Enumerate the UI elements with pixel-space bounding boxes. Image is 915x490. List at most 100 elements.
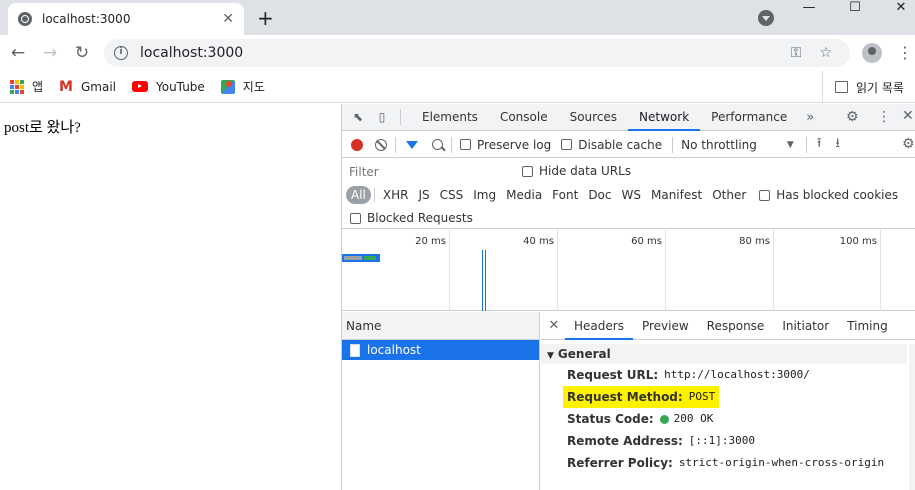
minimize-button[interactable]: —: [786, 0, 832, 18]
browser-tab[interactable]: localhost:3000 ✕: [8, 3, 244, 35]
type-filter-other[interactable]: Other: [707, 186, 751, 204]
header-value: 200 OK: [673, 412, 714, 425]
tab-response[interactable]: Response: [698, 312, 774, 340]
checkbox-label: Hide data URLs: [539, 164, 632, 178]
window-close-button[interactable]: ✕: [878, 0, 915, 18]
throttling-select[interactable]: No throttling ▼: [681, 138, 794, 152]
tab-network[interactable]: Network: [628, 104, 701, 131]
back-button[interactable]: ←: [6, 41, 30, 65]
tab-preview[interactable]: Preview: [633, 312, 698, 340]
disable-cache-checkbox[interactable]: Disable cache: [561, 138, 662, 152]
url-text[interactable]: localhost:3000: [140, 45, 791, 61]
type-filter-ws[interactable]: WS: [617, 186, 646, 204]
devtools-panel: ⬉ ▯ Elements Console Sources Network Per…: [341, 104, 915, 490]
blocked-requests-checkbox[interactable]: Blocked Requests: [350, 211, 473, 225]
detail-scrollbar[interactable]: [909, 344, 915, 490]
request-row[interactable]: localhost: [342, 340, 539, 360]
checkbox-box[interactable]: [460, 139, 471, 150]
settings-gear-icon[interactable]: ⚙: [846, 109, 859, 125]
checkbox-box[interactable]: [561, 139, 573, 150]
key-icon[interactable]: ⚿: [791, 45, 802, 61]
search-icon[interactable]: [432, 139, 443, 150]
record-icon[interactable]: [351, 138, 363, 151]
tab-headers[interactable]: Headers: [565, 312, 633, 340]
address-bar[interactable]: i localhost:3000 ⚿ ☆: [104, 39, 850, 67]
page-body-text: post로 왔나?: [4, 120, 81, 136]
type-filter-doc[interactable]: Doc: [583, 186, 616, 204]
devtools-menu-icon[interactable]: ⋮: [877, 109, 891, 125]
tab-close-icon[interactable]: ✕: [222, 11, 234, 27]
divider: [451, 136, 452, 153]
new-tab-button[interactable]: +: [257, 6, 274, 30]
type-filter-js[interactable]: JS: [413, 186, 434, 204]
more-tabs-icon[interactable]: »: [798, 110, 822, 125]
gmail-icon: M: [59, 78, 73, 95]
network-filter-bar: Hide data URLs All XHR JS CSS Img Media …: [342, 159, 915, 229]
type-filter-media[interactable]: Media: [501, 186, 547, 204]
reload-button[interactable]: ↻: [70, 41, 94, 65]
bookmark-maps[interactable]: 지도: [220, 78, 265, 95]
tab-sources[interactable]: Sources: [559, 104, 628, 131]
header-key: Request URL:: [567, 368, 659, 382]
request-download-bar: [364, 256, 376, 260]
bookmark-youtube[interactable]: YouTube: [132, 80, 205, 94]
maps-icon: [220, 79, 235, 94]
export-har-icon[interactable]: ⭳: [835, 134, 840, 156]
tab-performance[interactable]: Performance: [700, 104, 798, 131]
profile-avatar[interactable]: [862, 43, 882, 63]
type-filter-img[interactable]: Img: [468, 186, 501, 204]
tab-timing[interactable]: Timing: [838, 312, 897, 340]
tab-console[interactable]: Console: [489, 104, 559, 131]
name-column-header[interactable]: Name: [342, 312, 539, 340]
filter-input[interactable]: [346, 163, 508, 181]
header-value: POST: [688, 390, 716, 403]
browser-menu-icon[interactable]: ⋮: [897, 43, 913, 62]
status-ok-icon: [659, 414, 669, 424]
tab-title: localhost:3000: [42, 12, 131, 26]
header-row-referrer-policy: Referrer Policy: strict-origin-when-cros…: [541, 452, 915, 474]
preserve-log-checkbox[interactable]: Preserve log: [460, 138, 551, 152]
import-har-icon[interactable]: ⭱: [817, 134, 822, 156]
dom-content-loaded-line: [482, 250, 483, 311]
request-name: localhost: [367, 343, 421, 357]
timeline-tick-label: 60 ms: [631, 236, 662, 247]
divider: [395, 136, 396, 153]
network-overview-timeline[interactable]: 20 ms 40 ms 60 ms 80 ms 100 ms: [342, 230, 915, 311]
type-filter-font[interactable]: Font: [547, 186, 583, 204]
checkbox-box[interactable]: [350, 212, 361, 224]
bookmark-apps[interactable]: 앱: [10, 78, 43, 95]
checkbox-box[interactable]: [522, 165, 533, 177]
tab-search-icon[interactable]: [758, 10, 774, 26]
header-key: Request Method:: [567, 390, 683, 404]
star-icon[interactable]: ☆: [819, 45, 832, 61]
hide-data-urls-checkbox[interactable]: Hide data URLs: [522, 164, 631, 178]
general-section-header[interactable]: ▼ General: [541, 344, 907, 364]
timeline-gridline: [880, 230, 881, 311]
device-toolbar-icon[interactable]: ▯: [374, 109, 390, 125]
tab-initiator[interactable]: Initiator: [773, 312, 838, 340]
type-filter-all[interactable]: All: [346, 186, 371, 204]
detail-tab-bar: ✕ Headers Preview Response Initiator Tim…: [541, 312, 915, 340]
has-blocked-cookies-checkbox[interactable]: Has blocked cookies: [759, 188, 898, 202]
type-filter-manifest[interactable]: Manifest: [646, 186, 707, 204]
clear-icon[interactable]: [375, 138, 387, 151]
tab-elements[interactable]: Elements: [411, 104, 489, 131]
type-filter-css[interactable]: CSS: [435, 186, 469, 204]
info-icon[interactable]: i: [114, 46, 128, 60]
checkbox-box[interactable]: [759, 189, 771, 201]
inspect-element-icon[interactable]: ⬉: [350, 109, 366, 125]
network-toolbar: Preserve log Disable cache No throttling…: [342, 132, 915, 158]
network-settings-icon[interactable]: ⚙: [902, 136, 915, 152]
maximize-button[interactable]: ☐: [832, 0, 878, 18]
filter-icon[interactable]: [406, 140, 418, 149]
type-filter-xhr[interactable]: XHR: [378, 186, 414, 204]
close-detail-icon[interactable]: ✕: [543, 318, 565, 333]
forward-button[interactable]: →: [38, 41, 62, 65]
document-icon: [350, 343, 360, 357]
header-key: Remote Address:: [567, 434, 683, 448]
bookmark-gmail[interactable]: M Gmail: [59, 79, 116, 95]
reading-list-button[interactable]: 읽기 목록: [822, 71, 904, 103]
bookmarks-bar: 앱 M Gmail YouTube 지도 읽기 목록: [0, 71, 915, 103]
devtools-close-icon[interactable]: ✕: [902, 108, 914, 124]
resource-type-filters: All XHR JS CSS Img Media Font Doc WS Man…: [346, 186, 908, 204]
